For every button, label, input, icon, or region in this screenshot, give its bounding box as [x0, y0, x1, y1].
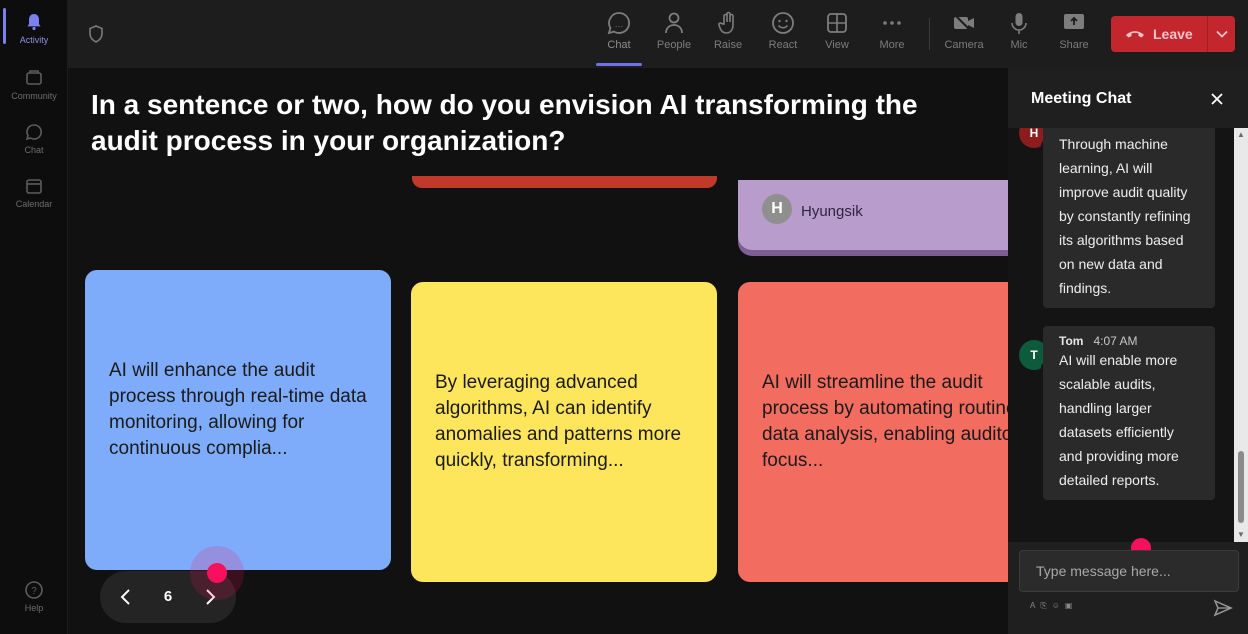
svg-text:…: …	[615, 19, 624, 29]
compose-toolbar: A ⎘ ☺ ▣	[1030, 601, 1072, 611]
camera-off-icon	[953, 13, 974, 33]
more-icon	[883, 21, 901, 25]
meeting-toolbar: … Chat People Raise React View More Came…	[68, 0, 1248, 68]
response-card-red[interactable]: AI will streamline the audit process by …	[738, 282, 1008, 582]
calendar-icon	[26, 179, 42, 194]
toolbar-people-button[interactable]: People	[647, 10, 701, 51]
toolbar-view-button[interactable]: View	[810, 10, 864, 51]
rail-item-help[interactable]: ? Help	[0, 580, 68, 613]
emoji-icon[interactable]: ☺	[1052, 601, 1060, 611]
chat-message[interactable]: Tom 4:07 AM AI will enable more scalable …	[1043, 326, 1215, 500]
chat-icon	[25, 124, 42, 141]
response-card-purple[interactable]: H Hyungsik	[738, 180, 1008, 250]
rail-item-label: Activity	[19, 35, 49, 45]
response-card-blue[interactable]: AI will enhance the audit process throug…	[85, 270, 391, 570]
rail-item-label: Help	[24, 603, 44, 613]
leave-label: Leave	[1153, 26, 1193, 42]
message-text: AI will enable more scalable audits, han…	[1059, 352, 1179, 488]
svg-text:?: ?	[31, 586, 37, 597]
community-icon	[26, 70, 42, 85]
chat-scrollbar[interactable]: ▲ ▼	[1234, 128, 1248, 542]
response-card-yellow[interactable]: By leveraging advanced algorithms, AI ca…	[411, 282, 717, 582]
message-time: 4:07 AM	[1093, 334, 1138, 348]
toolbar-react-button[interactable]: React	[756, 10, 810, 51]
chat-message-list[interactable]: H Through machine learning, AI will impr…	[1008, 128, 1234, 542]
rail-item-label: Calendar	[15, 199, 53, 209]
rail-item-activity[interactable]: Activity	[0, 8, 68, 45]
bell-icon	[27, 14, 41, 31]
author-name: Hyungsik	[801, 203, 863, 220]
toolbar-chat-button[interactable]: … Chat	[592, 10, 646, 66]
send-icon[interactable]	[1213, 599, 1233, 617]
chat-title: Meeting Chat	[1031, 90, 1132, 107]
microphone-icon	[1011, 13, 1027, 34]
scrollbar-thumb[interactable]	[1238, 451, 1244, 523]
author-avatar: H	[762, 194, 792, 224]
message-text: Through machine learning, AI will improv…	[1059, 136, 1191, 296]
phone-hangup-icon	[1126, 31, 1144, 38]
close-icon[interactable]	[1209, 91, 1225, 107]
share-screen-icon	[1064, 14, 1084, 29]
format-icon[interactable]: A	[1030, 601, 1035, 611]
scroll-up-icon[interactable]: ▲	[1237, 130, 1245, 139]
leave-options-button[interactable]	[1208, 30, 1235, 38]
smiley-icon	[772, 12, 794, 34]
gif-icon[interactable]: ▣	[1065, 601, 1073, 611]
response-card-partial[interactable]	[412, 176, 717, 188]
toolbar-divider	[929, 18, 930, 50]
chat-message-input[interactable]	[1019, 550, 1239, 592]
response-text: AI will enhance the audit process throug…	[109, 360, 367, 459]
response-text: By leveraging advanced algorithms, AI ca…	[435, 372, 682, 471]
left-rail: Activity Community Chat Calendar ? Help	[0, 0, 68, 634]
chevron-down-icon	[1215, 30, 1228, 38]
hand-icon	[718, 11, 734, 34]
question-title: In a sentence or two, how do you envisio…	[91, 89, 918, 156]
toolbar-more-button[interactable]: More	[865, 10, 919, 51]
response-text: AI will streamline the audit process by …	[762, 372, 1008, 471]
shield-icon[interactable]	[86, 24, 106, 44]
rail-item-community[interactable]: Community	[0, 68, 68, 101]
grid-icon	[827, 13, 847, 33]
help-icon: ?	[25, 581, 43, 599]
shared-content-stage: In a sentence or two, how do you envisio…	[68, 68, 1008, 634]
page-number: 6	[163, 588, 173, 605]
rail-item-calendar[interactable]: Calendar	[0, 176, 68, 209]
rail-item-label: Chat	[24, 145, 44, 155]
message-meta: Tom 4:07 AM	[1059, 334, 1201, 348]
rail-item-chat[interactable]: Chat	[0, 122, 68, 155]
toolbar-raise-button[interactable]: Raise	[701, 10, 755, 51]
chat-message[interactable]: Through machine learning, AI will improv…	[1043, 128, 1215, 308]
meeting-chat-panel: Meeting Chat H Through machine learning,…	[1008, 68, 1248, 634]
chevron-left-icon[interactable]	[116, 585, 136, 609]
leave-button[interactable]: Leave	[1111, 16, 1235, 52]
toolbar-mic-button[interactable]: Mic	[992, 10, 1046, 51]
cursor-indicator	[207, 563, 227, 583]
message-author: Tom	[1059, 334, 1084, 348]
toolbar-camera-button[interactable]: Camera	[937, 10, 991, 51]
scroll-down-icon[interactable]: ▼	[1237, 530, 1245, 539]
people-icon	[665, 12, 683, 34]
chat-icon: …	[607, 12, 630, 35]
toolbar-share-button[interactable]: Share	[1047, 10, 1101, 51]
attach-icon[interactable]: ⎘	[1040, 601, 1046, 611]
rail-item-label: Community	[11, 91, 57, 101]
